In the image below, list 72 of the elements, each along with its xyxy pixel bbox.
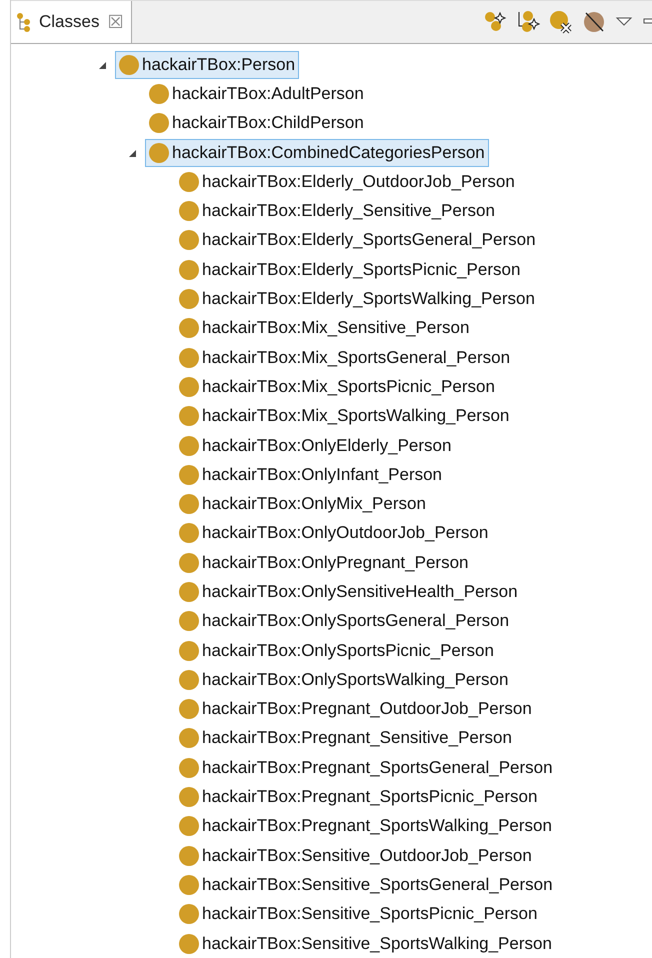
class-icon: [179, 699, 199, 720]
class-item[interactable]: hackairTBox:OnlySportsPicnic_Person: [175, 636, 498, 665]
class-icon: [179, 934, 199, 954]
class-item[interactable]: hackairTBox:Elderly_SportsPicnic_Person: [175, 256, 524, 284]
class-item[interactable]: hackairTBox:Person: [115, 50, 300, 79]
view-menu-icon[interactable]: [615, 16, 633, 28]
class-icon: [179, 436, 199, 456]
add-subclass-icon[interactable]: [483, 10, 507, 34]
class-item[interactable]: hackairTBox:OnlyPregnant_Person: [175, 548, 472, 577]
class-item[interactable]: hackairTBox:CombinedCategoriesPerson: [145, 138, 489, 167]
tab-title: Classes: [39, 12, 100, 32]
class-icon: [179, 758, 199, 778]
class-item[interactable]: hackairTBox:Pregnant_SportsWalking_Person: [175, 812, 556, 840]
class-icon: [179, 728, 199, 748]
class-item[interactable]: hackairTBox:Elderly_SportsWalking_Person: [175, 285, 539, 314]
class-icon: [179, 582, 199, 602]
class-item[interactable]: hackairTBox:AdultPerson: [145, 80, 368, 108]
class-icon: [179, 640, 199, 661]
delete-class-icon[interactable]: [549, 9, 573, 35]
class-item[interactable]: hackairTBox:Pregnant_SportsPicnic_Person: [175, 783, 542, 812]
add-sibling-icon[interactable]: [516, 10, 540, 34]
expanded-arrow-icon[interactable]: [97, 60, 107, 70]
class-icon: [179, 874, 199, 895]
class-icon: [179, 846, 199, 866]
class-item[interactable]: hackairTBox:ChildPerson: [145, 109, 368, 138]
class-icon: [179, 816, 199, 836]
class-icon: [149, 84, 169, 104]
class-item[interactable]: hackairTBox:Pregnant_Sensitive_Person: [175, 724, 516, 752]
class-item[interactable]: hackairTBox:OnlyElderly_Person: [175, 432, 456, 460]
class-item[interactable]: hackairTBox:Elderly_SportsGeneral_Person: [175, 226, 540, 254]
class-item[interactable]: hackairTBox:Mix_Sensitive_Person: [175, 314, 474, 342]
class-item[interactable]: hackairTBox:OnlyMix_Person: [175, 490, 430, 518]
class-item[interactable]: hackairTBox:Pregnant_OutdoorJob_Person: [175, 695, 536, 724]
class-item[interactable]: hackairTBox:Mix_SportsGeneral_Person: [175, 344, 514, 372]
class-item[interactable]: hackairTBox:Mix_SportsPicnic_Person: [175, 372, 499, 401]
class-item[interactable]: hackairTBox:Sensitive_SportsGeneral_Person: [175, 870, 557, 899]
class-icon: [179, 376, 199, 397]
class-item[interactable]: hackairTBox:OnlySensitiveHealth_Person: [175, 578, 522, 606]
class-icon: [179, 406, 199, 426]
class-item[interactable]: hackairTBox:OnlyOutdoorJob_Person: [175, 519, 492, 548]
class-icon: [179, 670, 199, 690]
class-icon: [179, 348, 199, 368]
expanded-arrow-icon[interactable]: [127, 148, 137, 158]
class-icon: [119, 54, 139, 75]
class-item[interactable]: hackairTBox:OnlySportsGeneral_Person: [175, 607, 514, 636]
class-item[interactable]: hackairTBox:Sensitive_SportsWalking_Person: [175, 930, 556, 958]
class-icon: [179, 260, 199, 280]
class-icon: [179, 201, 199, 222]
class-icon: [179, 230, 199, 250]
class-item[interactable]: hackairTBox:Sensitive_OutdoorJob_Person: [175, 842, 536, 870]
class-item[interactable]: hackairTBox:Sensitive_SportsPicnic_Person: [175, 900, 542, 928]
class-icon: [149, 113, 169, 134]
class-icon: [179, 464, 199, 485]
class-item[interactable]: hackairTBox:OnlySportsWalking_Person: [175, 666, 512, 694]
close-button[interactable]: ☒: [107, 11, 124, 33]
class-icon: [179, 611, 199, 632]
class-item[interactable]: hackairTBox:Pregnant_SportsGeneral_Person: [175, 754, 557, 782]
class-item[interactable]: hackairTBox:OnlyInfant_Person: [175, 460, 446, 489]
class-icon: [179, 787, 199, 808]
class-icon: [179, 494, 199, 514]
class-icon: [179, 552, 199, 573]
class-icon: [179, 172, 199, 192]
classes-tab[interactable]: Classes ☒: [11, 1, 132, 43]
class-icon: [149, 142, 169, 163]
class-icon: [179, 523, 199, 544]
hierarchy-icon: [17, 12, 31, 32]
class-icon: [179, 318, 199, 338]
class-item[interactable]: hackairTBox:Elderly_Sensitive_Person: [175, 197, 499, 226]
class-item[interactable]: hackairTBox:Elderly_OutdoorJob_Person: [175, 168, 519, 196]
class-item[interactable]: hackairTBox:Mix_SportsWalking_Person: [175, 402, 514, 430]
class-icon: [179, 904, 199, 924]
class-icon: [179, 289, 199, 310]
